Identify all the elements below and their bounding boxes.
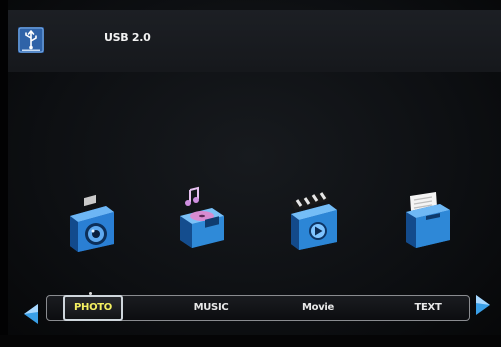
screen-bezel-bottom (0, 335, 501, 347)
menu-item-movie[interactable]: Movie (288, 296, 348, 320)
menu-item-text[interactable]: TEXT (398, 296, 458, 320)
movie-tile[interactable] (285, 188, 345, 254)
header-bar: USB 2.0 (8, 10, 501, 72)
menu-item-music[interactable]: MUSIC (181, 296, 241, 320)
scroll-right-arrow-icon[interactable] (474, 293, 492, 317)
scroll-left-arrow-icon[interactable] (22, 302, 40, 326)
screen-bezel-left (0, 0, 8, 347)
camera-icon (70, 194, 114, 252)
photo-tile[interactable] (62, 192, 122, 258)
text-tile[interactable] (398, 186, 458, 252)
folder-icon (406, 192, 450, 248)
clapperboard-icon (291, 192, 337, 250)
music-tile[interactable] (172, 186, 232, 252)
music-player-icon (180, 186, 224, 248)
usb-icon (18, 27, 44, 53)
device-label: USB 2.0 (104, 31, 151, 44)
menu-item-photo[interactable]: PHOTO (63, 295, 123, 321)
media-menu-bar: PHOTO MUSIC Movie TEXT (46, 295, 470, 321)
